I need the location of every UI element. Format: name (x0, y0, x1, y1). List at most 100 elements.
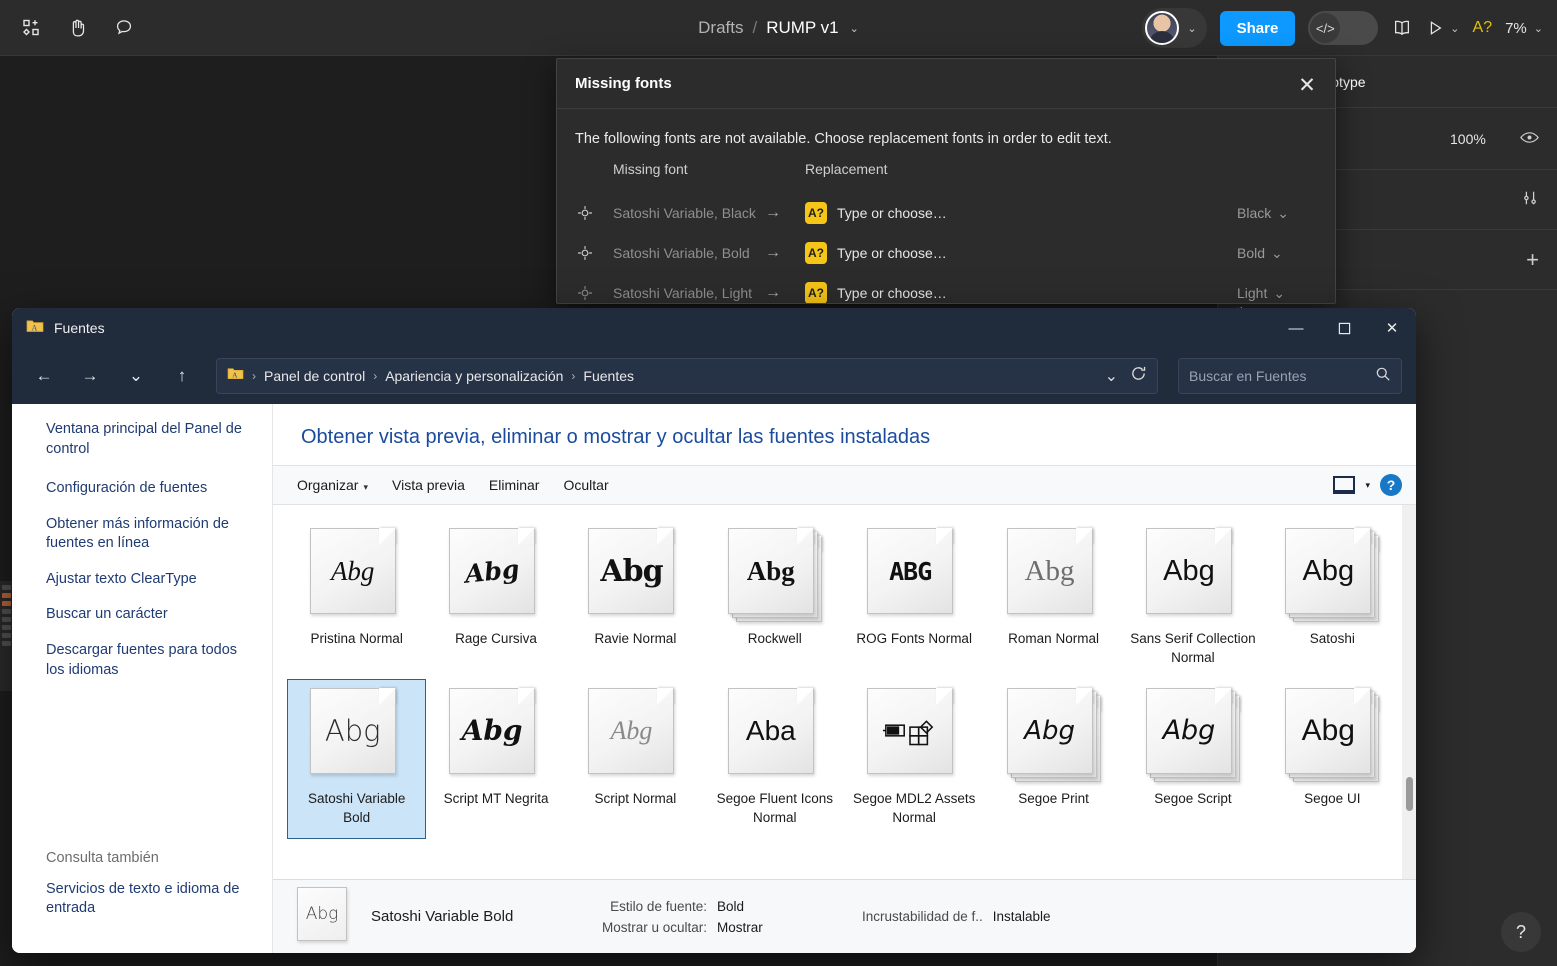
font-tile[interactable]: Aba Segoe Fluent Icons Normal (705, 679, 844, 839)
replacement-weight-select[interactable]: Black ⌄ (1237, 205, 1317, 222)
arrow-icon: → (765, 284, 781, 301)
view-dropdown-icon[interactable]: ▾ (1365, 480, 1370, 491)
vertical-scrollbar[interactable] (1402, 505, 1416, 879)
maximize-icon[interactable] (1320, 308, 1368, 348)
font-tile[interactable]: Segoe MDL2 Assets Normal (845, 679, 984, 839)
font-preview-icon (867, 687, 961, 780)
breadcrumb-separator: › (571, 369, 576, 383)
font-tile[interactable]: Abg Sans Serif Collection Normal (1123, 519, 1262, 679)
font-tile-selected[interactable]: Abg Satoshi Variable Bold (287, 678, 427, 839)
chevron-down-icon: ⌄ (1277, 204, 1289, 221)
table-row: Satoshi Variable, Bold → A? Type or choo… (578, 233, 1317, 273)
window-titlebar[interactable]: A Fuentes — ✕ (12, 308, 1416, 348)
breadcrumb-drafts[interactable]: Drafts (698, 18, 743, 38)
replacement-weight-select[interactable]: Bold ⌄ (1237, 245, 1317, 262)
sliders-icon[interactable] (1521, 189, 1539, 210)
fonts-grid-area[interactable]: Abg Pristina Normal Abg Rage Cursiva Abg… (273, 505, 1416, 879)
font-tile[interactable]: Abg Pristina Normal (287, 519, 426, 679)
font-tile[interactable]: Abg Segoe UI (1263, 679, 1402, 839)
layer-row (2, 641, 11, 646)
replacement-font-input[interactable]: Type or choose… (837, 245, 1237, 261)
minimize-icon[interactable]: — (1272, 308, 1320, 348)
font-tile[interactable]: Abg Satoshi (1263, 519, 1402, 679)
book-icon[interactable] (1391, 18, 1413, 38)
status-bar: Abg Satoshi Variable Bold Estilo de fuen… (273, 879, 1416, 953)
back-icon[interactable]: ← (26, 359, 62, 393)
font-preview-icon: Abg (449, 687, 543, 780)
breadcrumb-file-name[interactable]: RUMP v1 (766, 18, 838, 38)
refresh-icon[interactable] (1130, 365, 1147, 387)
sidebar-link-mas-informacion[interactable]: Obtener más información de fuentes en lí… (46, 515, 256, 554)
vista-previa-button[interactable]: Vista previa (382, 472, 475, 498)
breadcrumb-panel-de-control[interactable]: Panel de control (264, 368, 365, 384)
scrollbar-thumb[interactable] (1406, 777, 1413, 811)
close-icon[interactable]: ✕ (1293, 71, 1321, 99)
recent-locations-icon[interactable]: ⌄ (118, 359, 154, 393)
layer-row (2, 601, 11, 606)
replacement-weight-select[interactable]: Light ⌄ (1237, 285, 1317, 302)
breadcrumb-fuentes[interactable]: Fuentes (583, 368, 634, 384)
close-icon[interactable]: ✕ (1368, 308, 1416, 348)
figma-menu-icon[interactable] (12, 10, 52, 46)
table-row: Satoshi Variable, Black → A? Type or cho… (578, 193, 1317, 233)
search-icon[interactable] (1375, 366, 1391, 387)
fill-opacity-value[interactable]: 100% (1450, 131, 1520, 147)
chevron-down-icon: ⌄ (1271, 244, 1283, 261)
help-button[interactable]: ? (1501, 912, 1541, 952)
address-dropdown-icon[interactable]: ⌄ (1105, 366, 1118, 386)
sidebar-link-configuracion-fuentes[interactable]: Configuración de fuentes (46, 479, 256, 499)
font-tile[interactable]: Abg Script Normal (566, 679, 705, 839)
selected-font-thumbnail: Abg (297, 886, 353, 947)
replacement-font-input[interactable]: Type or choose… (837, 285, 1237, 301)
chevron-down-icon[interactable]: ⌄ (1450, 22, 1459, 35)
address-bar[interactable]: A › Panel de control › Apariencia y pers… (216, 358, 1158, 394)
replacement-font-input[interactable]: Type or choose… (837, 205, 1237, 221)
font-preview-icon: Abg (588, 687, 682, 780)
missing-fonts-indicator[interactable]: A? (1473, 19, 1493, 37)
font-tile[interactable]: Abg Script MT Negrita (426, 679, 565, 839)
search-input[interactable] (1189, 368, 1375, 384)
symbol-glyphs-icon (867, 688, 953, 774)
sidebar-link-cleartype[interactable]: Ajustar texto ClearType (46, 570, 256, 590)
eye-icon[interactable] (1520, 131, 1539, 147)
thumbnail-glyph: Abg (305, 903, 339, 924)
font-tile[interactable]: Abg Rage Cursiva (426, 519, 565, 679)
up-icon[interactable]: ↑ (164, 359, 200, 393)
font-tile[interactable]: Abg Segoe Script (1123, 679, 1262, 839)
chevron-down-icon[interactable]: ⌄ (850, 22, 859, 35)
ocultar-button[interactable]: Ocultar (553, 472, 618, 498)
font-tile[interactable]: Abg Rockwell (705, 519, 844, 679)
sidebar-link-buscar-caracter[interactable]: Buscar un carácter (46, 605, 256, 625)
dialog-title: Missing fonts (557, 59, 1335, 109)
font-tile[interactable]: Abg Roman Normal (984, 519, 1123, 679)
font-name: Satoshi (1309, 631, 1355, 646)
sidebar-link-ventana-principal[interactable]: Ventana principal del Panel de control (46, 420, 256, 459)
sidebar-link-servicios-texto[interactable]: Servicios de texto e idioma de entrada (46, 880, 256, 919)
present-button[interactable]: ⌄ (1426, 19, 1460, 37)
comment-icon[interactable] (104, 10, 144, 46)
forward-icon[interactable]: → (72, 359, 108, 393)
share-button[interactable]: Share (1219, 10, 1296, 46)
dev-mode-toggle[interactable]: </> (1308, 11, 1379, 45)
sidebar-link-descargar-fuentes[interactable]: Descargar fuentes para todos los idiomas (46, 641, 256, 680)
zoom-menu[interactable]: 7% ⌄ (1505, 20, 1543, 37)
user-avatar-menu[interactable]: ⌄ (1142, 8, 1207, 48)
font-name: Satoshi Variable Bold (308, 790, 406, 825)
avatar (1145, 11, 1180, 45)
view-layout-icon[interactable] (1333, 476, 1356, 494)
font-warning-badge: A? (805, 242, 827, 264)
help-icon[interactable]: ? (1380, 474, 1402, 496)
page-title: Obtener vista previa, eliminar o mostrar… (301, 426, 931, 448)
hand-tool-icon[interactable] (58, 10, 98, 46)
search-box[interactable] (1178, 358, 1402, 394)
font-tile[interactable]: Abg Segoe Print (984, 679, 1123, 839)
chevron-down-icon[interactable]: ⌄ (1187, 22, 1196, 35)
breadcrumb-apariencia[interactable]: Apariencia y personalización (385, 368, 563, 384)
font-preview-icon: Abg (449, 528, 543, 620)
font-name: Script MT Negrita (443, 790, 549, 806)
font-tile[interactable]: Abg Ravie Normal (566, 519, 705, 679)
add-style-button[interactable]: + (1526, 248, 1539, 271)
organizar-button[interactable]: Organizar ▾ (287, 472, 378, 498)
font-tile[interactable]: ABG ROG Fonts Normal (845, 519, 984, 679)
eliminar-button[interactable]: Eliminar (479, 472, 550, 498)
